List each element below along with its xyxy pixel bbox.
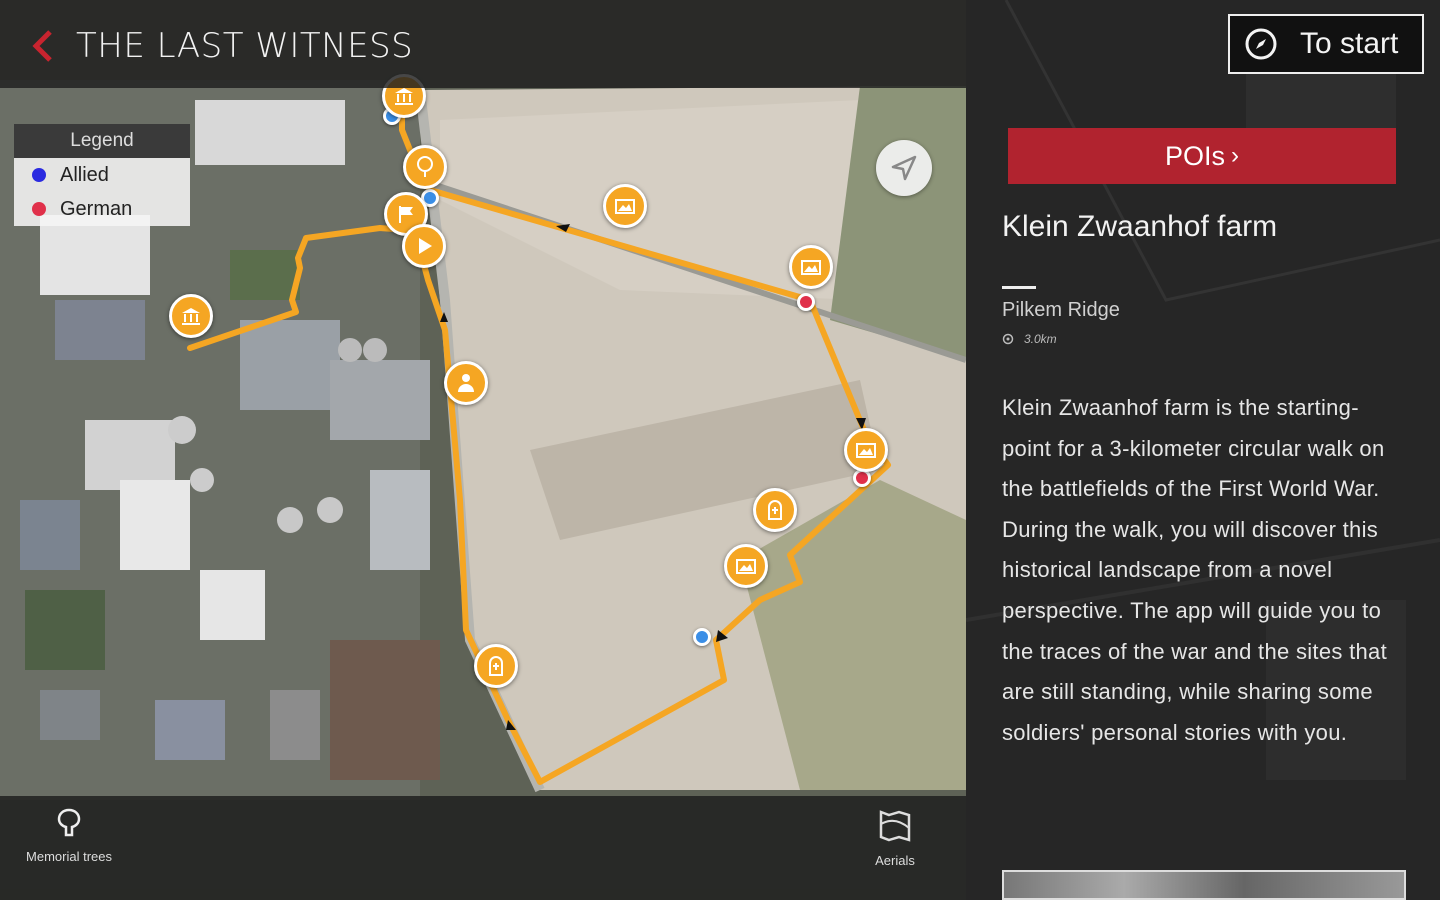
poi-camera-icon[interactable] xyxy=(844,428,888,472)
to-start-button[interactable]: To start xyxy=(1228,14,1424,74)
memorial-trees-button[interactable]: Memorial trees xyxy=(24,806,114,864)
pois-label: POIs xyxy=(1164,140,1225,171)
chevron-right-icon: › xyxy=(1231,142,1239,169)
poi-distance: 3.0km xyxy=(1002,332,1057,346)
location-pin-icon xyxy=(1002,333,1014,345)
poi-museum-icon[interactable] xyxy=(169,294,213,338)
locate-button[interactable] xyxy=(876,140,932,196)
poi-person-icon[interactable] xyxy=(444,361,488,405)
poi-camera-icon[interactable] xyxy=(603,184,647,228)
navigate-arrow-icon xyxy=(891,155,917,181)
allied-marker[interactable] xyxy=(693,628,711,646)
german-dot-icon xyxy=(32,202,46,216)
tree-icon xyxy=(57,808,81,837)
poi-title: Klein Zwaanhof farm xyxy=(1002,210,1278,243)
aerials-button[interactable]: Aerials xyxy=(850,806,940,868)
memorial-trees-label: Memorial trees xyxy=(26,849,112,864)
german-marker[interactable] xyxy=(797,293,815,311)
poi-description: Klein Zwaanhof farm is the starting-poin… xyxy=(1002,395,1387,745)
app-title: THE LAST WITNESS xyxy=(76,26,414,66)
legend-label: German xyxy=(60,197,133,220)
legend-item-german: German xyxy=(14,192,190,226)
poi-distance-value: 3.0km xyxy=(1024,332,1057,346)
legend-title: Legend xyxy=(14,124,190,158)
compass-icon xyxy=(1245,28,1277,60)
poi-tree-icon[interactable] xyxy=(403,145,447,189)
title-divider xyxy=(1002,286,1036,289)
route-map[interactable]: THE LAST WITNESS Legend Allied German Me… xyxy=(0,0,966,900)
legend-item-allied: Allied xyxy=(14,158,190,192)
aerials-label: Aerials xyxy=(875,853,915,868)
chevron-left-icon[interactable] xyxy=(28,26,58,66)
poi-camera-icon[interactable] xyxy=(789,245,833,289)
poi-camera-icon[interactable] xyxy=(724,544,768,588)
poi-subtitle: Pilkem Ridge xyxy=(1002,299,1120,321)
poi-tombstone-icon[interactable] xyxy=(474,644,518,688)
historical-photo-thumbnail[interactable] xyxy=(1002,870,1406,900)
bottom-toolbar xyxy=(0,796,966,900)
to-start-label: To start xyxy=(1300,27,1399,60)
aerials-map-icon xyxy=(879,810,911,842)
legend-label: Allied xyxy=(60,163,109,186)
pois-button[interactable]: POIs › xyxy=(1008,128,1396,184)
allied-dot-icon xyxy=(32,168,46,182)
poi-play-icon[interactable] xyxy=(402,224,446,268)
map-legend: Legend Allied German xyxy=(14,124,190,226)
poi-tombstone-icon[interactable] xyxy=(753,488,797,532)
